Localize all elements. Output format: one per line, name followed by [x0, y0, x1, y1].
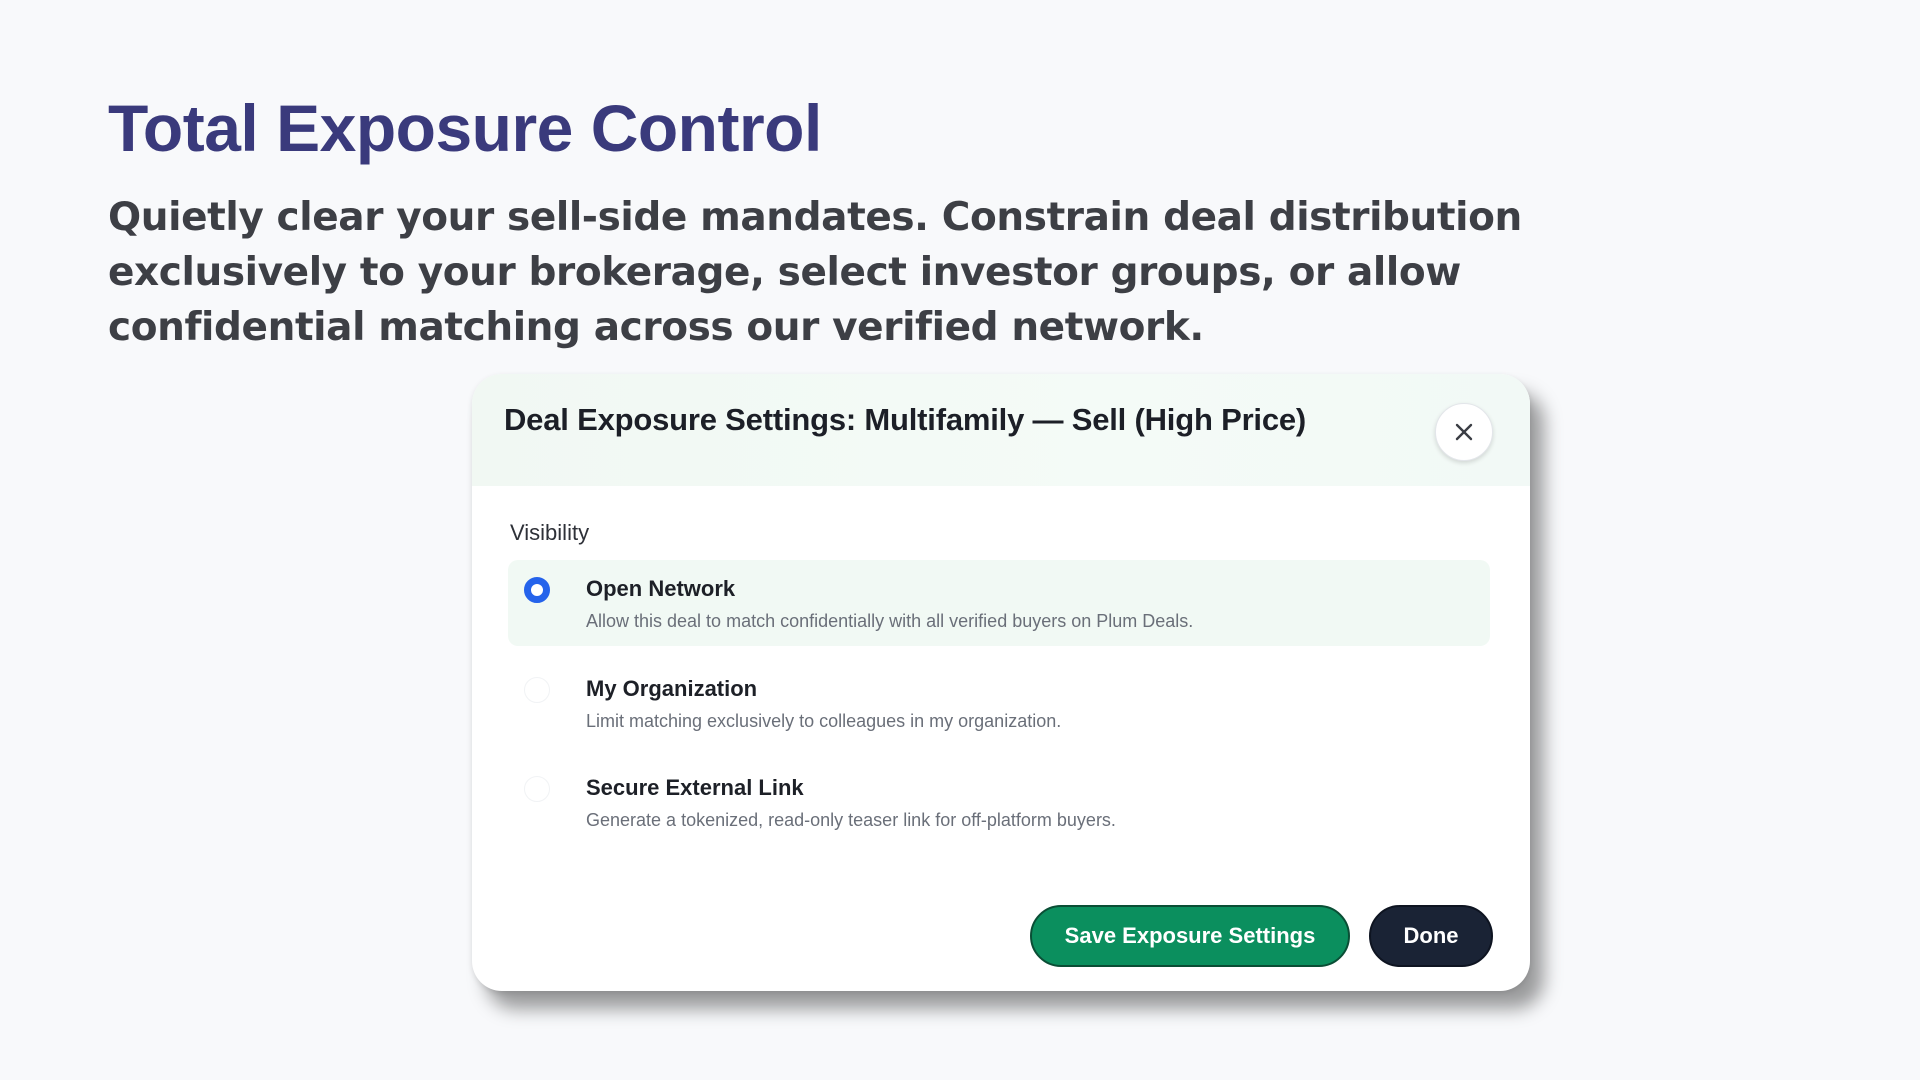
done-button[interactable]: Done — [1369, 905, 1493, 967]
visibility-label: Visibility — [510, 520, 590, 545]
modal-header: Deal Exposure Settings: Multifamily — Se… — [472, 374, 1530, 486]
option-title: Secure External Link — [586, 775, 804, 800]
option-description: Allow this deal to match confidentially … — [586, 611, 1194, 631]
option-description: Limit matching exclusively to colleagues… — [586, 711, 1062, 731]
option-description: Generate a tokenized, read-only teaser l… — [586, 810, 1116, 830]
option-open-network[interactable]: Open Network Allow this deal to match co… — [508, 560, 1490, 646]
close-icon — [1455, 423, 1473, 441]
page-subtitle: Quietly clear your sell-side mandates. C… — [108, 195, 1522, 350]
page-title: Total Exposure Control — [108, 91, 822, 165]
deal-exposure-modal: Deal Exposure Settings: Multifamily — Se… — [472, 374, 1530, 991]
modal-title: Deal Exposure Settings: Multifamily — Se… — [504, 402, 1307, 437]
option-title: Open Network — [586, 576, 736, 601]
radio-open-network[interactable] — [524, 577, 550, 603]
save-exposure-settings-button[interactable]: Save Exposure Settings — [1030, 905, 1350, 967]
radio-secure-external-link[interactable] — [524, 776, 550, 802]
radio-my-organization[interactable] — [524, 677, 550, 703]
option-my-organization[interactable]: My Organization Limit matching exclusive… — [508, 660, 1490, 746]
close-button[interactable] — [1435, 403, 1493, 461]
option-title: My Organization — [586, 676, 758, 701]
option-secure-external-link[interactable]: Secure External Link Generate a tokenize… — [508, 759, 1490, 845]
